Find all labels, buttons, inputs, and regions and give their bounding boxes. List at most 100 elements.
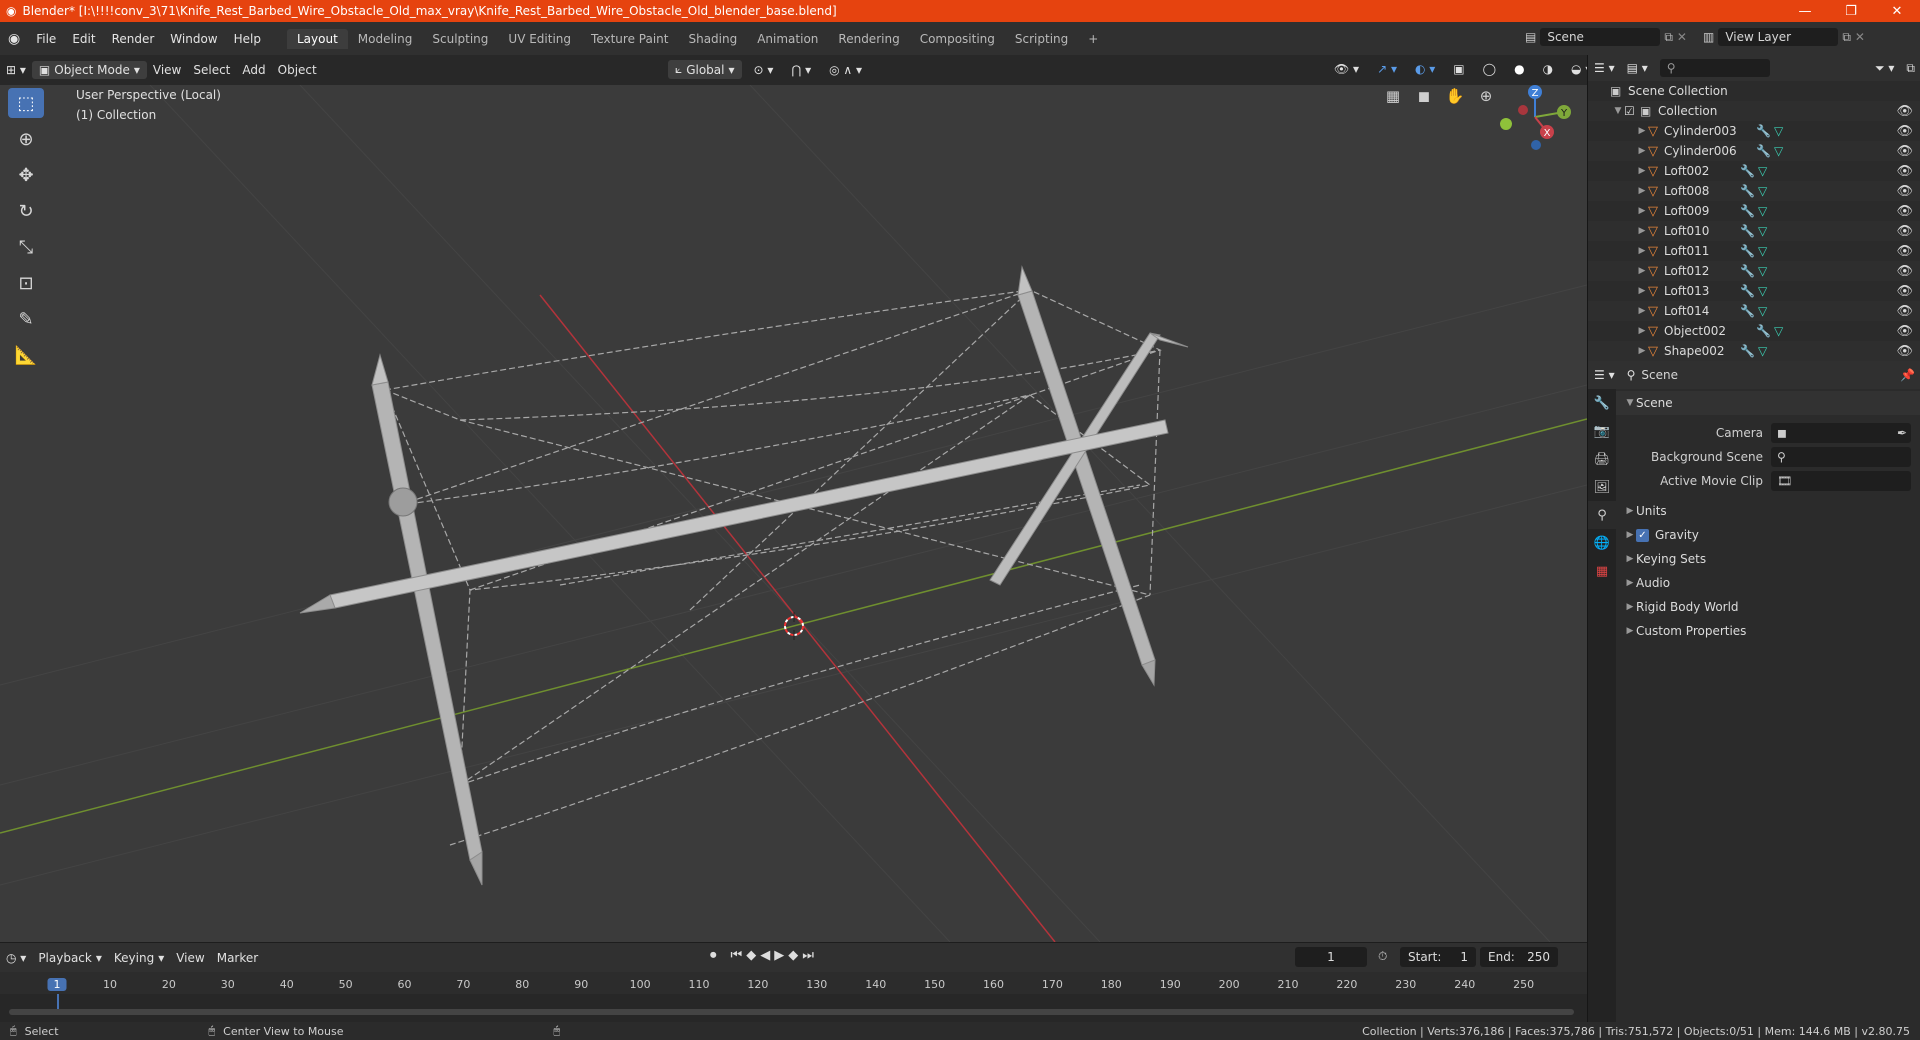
keying-sets-panel[interactable]: ▶ Keying Sets — [1616, 547, 1920, 571]
scene-panel-header[interactable]: ▼ Scene — [1616, 391, 1920, 415]
gizmo-toggle-icon[interactable]: ↗ ▾ — [1371, 60, 1403, 78]
maximize-button[interactable]: ❐ — [1828, 0, 1874, 22]
visibility-eye-icon[interactable]: 👁 — [1896, 204, 1913, 219]
expand-icon[interactable]: ▶ — [1636, 226, 1648, 236]
outliner-object-row[interactable]: ▶ ▽ Loft014 🔧 ▽ 👁 — [1588, 301, 1920, 321]
gizmo-neg-x-icon[interactable] — [1518, 105, 1528, 115]
menu-help[interactable]: Help — [226, 32, 269, 46]
filter-icon[interactable]: ⏷ ▾ — [1869, 59, 1900, 78]
solid-shading-icon[interactable]: ● — [1508, 60, 1530, 78]
current-frame-input[interactable]: 1 — [1295, 947, 1367, 967]
outliner-object-row[interactable]: ▶ ▽ Loft008 🔧 ▽ 👁 — [1588, 181, 1920, 201]
mesh-data-icon[interactable]: ▽ — [1758, 244, 1767, 258]
wireframe-shading-icon[interactable]: ◯ — [1477, 60, 1502, 78]
next-keyframe-icon[interactable]: ◆ — [788, 948, 798, 963]
mesh-data-icon[interactable]: ▽ — [1774, 124, 1783, 138]
visibility-eye-icon[interactable]: 👁 — [1896, 104, 1913, 119]
visibility-eye-icon[interactable]: 👁 — [1896, 284, 1913, 299]
tab-texture-paint[interactable]: Texture Paint — [581, 29, 678, 49]
cursor-tool-icon[interactable]: ⊕ — [8, 124, 44, 154]
mesh-data-icon[interactable]: ▽ — [1758, 204, 1767, 218]
menu-file[interactable]: File — [28, 32, 64, 46]
transform-orientation-dropdown[interactable]: ⟀ Global ▾ — [668, 60, 742, 79]
jump-end-icon[interactable]: ⏭ — [802, 948, 814, 963]
delete-scene-icon[interactable]: ✕ — [1677, 30, 1687, 44]
mesh-data-icon[interactable]: ▽ — [1758, 264, 1767, 278]
menu-playback[interactable]: Playback ▾ — [32, 949, 108, 967]
custom-properties-panel[interactable]: ▶ Custom Properties — [1616, 619, 1920, 643]
frame-ruler[interactable]: 1 10 20 30 40 50 60 70 80 90 100 110 120 130 140 150 160… — [0, 972, 1587, 994]
modifier-wrench-icon[interactable]: 🔧 — [1756, 144, 1771, 158]
pan-hand-icon[interactable]: ✋ — [1442, 85, 1468, 109]
tab-uv-editing[interactable]: UV Editing — [498, 29, 581, 49]
new-scene-icon[interactable]: ⧉ — [1664, 30, 1673, 45]
expand-icon[interactable]: ▶ — [1636, 326, 1648, 336]
visibility-eye-icon[interactable]: 👁 — [1896, 344, 1913, 359]
new-view-layer-icon[interactable]: ⧉ — [1842, 30, 1851, 45]
visibility-eye-icon[interactable]: 👁 — [1896, 244, 1913, 259]
snap-icon[interactable]: ⋂ ▾ — [785, 61, 817, 79]
navigation-gizmo[interactable]: Z Y X — [1490, 85, 1580, 157]
mesh-data-icon[interactable]: ▽ — [1758, 164, 1767, 178]
new-collection-icon[interactable]: ⧉ — [1900, 59, 1920, 78]
pin-icon[interactable]: 📌 — [1894, 366, 1920, 384]
end-frame-input[interactable]: End: 250 — [1480, 947, 1558, 967]
visibility-icon[interactable]: 👁 ▾ — [1328, 60, 1365, 78]
modifier-wrench-icon[interactable]: 🔧 — [1756, 324, 1771, 338]
texture-tab-icon[interactable]: ▦ — [1588, 557, 1616, 585]
world-tab-icon[interactable]: 🌐 — [1588, 529, 1616, 557]
visibility-eye-icon[interactable]: 👁 — [1896, 324, 1913, 339]
menu-object[interactable]: Object — [272, 61, 323, 79]
tab-rendering[interactable]: Rendering — [828, 29, 909, 49]
tab-animation[interactable]: Animation — [747, 29, 828, 49]
view-layer-field[interactable]: View Layer — [1718, 28, 1839, 46]
close-button[interactable]: ✕ — [1874, 0, 1920, 22]
gravity-panel[interactable]: ▶ ✓ Gravity — [1616, 523, 1920, 547]
move-tool-icon[interactable]: ✥ — [8, 160, 44, 190]
modifier-wrench-icon[interactable]: 🔧 — [1740, 244, 1755, 258]
rigid-body-world-panel[interactable]: ▶ Rigid Body World — [1616, 595, 1920, 619]
expand-icon[interactable]: ▶ — [1636, 186, 1648, 196]
prev-keyframe-icon[interactable]: ◆ — [746, 948, 756, 963]
tab-scripting[interactable]: Scripting — [1005, 29, 1078, 49]
annotate-tool-icon[interactable]: ✎ — [8, 304, 44, 334]
expand-icon[interactable]: ▶ — [1636, 146, 1648, 156]
modifier-wrench-icon[interactable]: 🔧 — [1740, 284, 1755, 298]
gizmo-neg-y-icon[interactable] — [1500, 118, 1512, 130]
tab-layout[interactable]: Layout — [286, 28, 348, 49]
tab-compositing[interactable]: Compositing — [910, 29, 1005, 49]
menu-add[interactable]: Add — [236, 61, 271, 79]
modifier-wrench-icon[interactable]: 🔧 — [1740, 224, 1755, 238]
pivot-point-icon[interactable]: ⊙ ▾ — [748, 61, 780, 79]
visibility-eye-icon[interactable]: 👁 — [1896, 264, 1913, 279]
menu-window[interactable]: Window — [162, 32, 225, 46]
rotate-tool-icon[interactable]: ↻ — [8, 196, 44, 226]
modifier-wrench-icon[interactable]: 🔧 — [1740, 344, 1755, 358]
outliner-editor-type-icon[interactable]: ☰ ▾ — [1588, 59, 1621, 77]
mesh-data-icon[interactable]: ▽ — [1758, 284, 1767, 298]
modifier-wrench-icon[interactable]: 🔧 — [1756, 124, 1771, 138]
blender-menu-icon[interactable]: ◉ — [0, 31, 28, 47]
outliner-object-row[interactable]: ▶ ▽ Cylinder006 🔧 ▽ 👁 — [1588, 141, 1920, 161]
outliner-object-row[interactable]: ▶ ▽ Loft011 🔧 ▽ 👁 — [1588, 241, 1920, 261]
expand-icon[interactable]: ▶ — [1636, 126, 1648, 136]
modifier-wrench-icon[interactable]: 🔧 — [1740, 304, 1755, 318]
mesh-data-icon[interactable]: ▽ — [1758, 184, 1767, 198]
outliner-object-row[interactable]: ▶ ▽ Loft002 🔧 ▽ 👁 — [1588, 161, 1920, 181]
expand-icon[interactable]: ▶ — [1636, 286, 1648, 296]
menu-marker[interactable]: Marker — [211, 949, 264, 967]
mesh-data-icon[interactable]: ▽ — [1758, 224, 1767, 238]
outliner-object-row[interactable]: ▶ ▽ Loft009 🔧 ▽ 👁 — [1588, 201, 1920, 221]
view-layer-tab-icon[interactable]: 🖼 — [1588, 473, 1616, 501]
timeline-area[interactable]: 1 10 20 30 40 50 60 70 80 90 100 110 120 130 140 150 160… — [0, 972, 1587, 1022]
proportional-edit-icon[interactable]: ◎ ∧ ▾ — [823, 61, 868, 79]
modifier-wrench-icon[interactable]: 🔧 — [1740, 184, 1755, 198]
material-shading-icon[interactable]: ◑ — [1537, 60, 1559, 78]
collapse-icon[interactable]: ▼ — [1612, 106, 1624, 116]
outliner-search-input[interactable]: ⚲ — [1659, 59, 1770, 77]
modifier-wrench-icon[interactable]: 🔧 — [1740, 204, 1755, 218]
tab-shading[interactable]: Shading — [678, 29, 747, 49]
modifier-wrench-icon[interactable]: 🔧 — [1740, 164, 1755, 178]
visibility-eye-icon[interactable]: 👁 — [1896, 164, 1913, 179]
3d-viewport[interactable]: User Perspective (Local) (1) Collection … — [0, 85, 1587, 942]
